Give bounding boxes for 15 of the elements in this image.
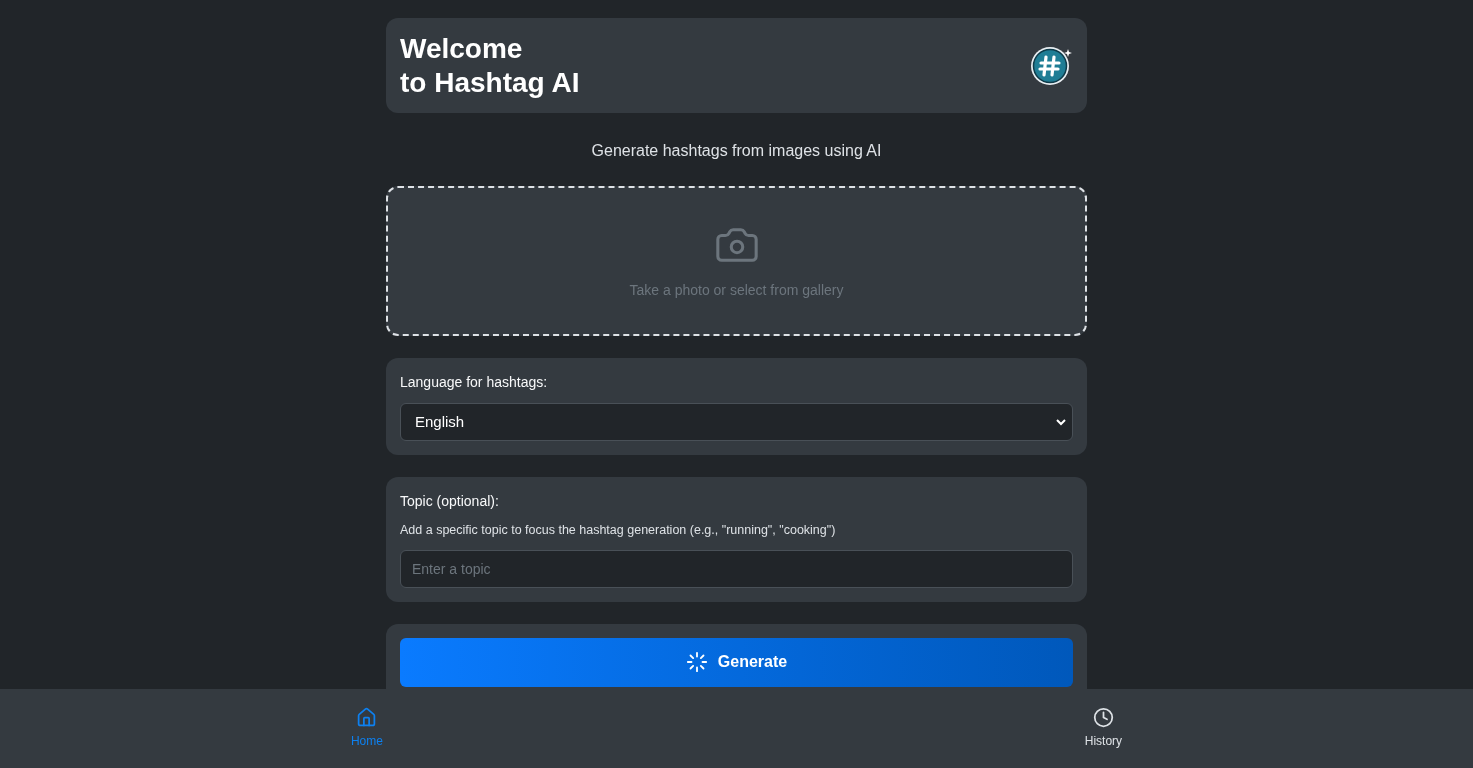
topic-input[interactable]: Enter a topic xyxy=(400,549,1073,588)
language-select[interactable]: English xyxy=(400,403,1073,441)
nav-tab[interactable]: History xyxy=(1076,707,1131,750)
topic-label: Topic (optional): xyxy=(400,492,500,511)
app-title: Welcome to Hashtag AI xyxy=(400,31,580,100)
clock-icon xyxy=(1092,707,1114,728)
generate-button[interactable]: Generate xyxy=(400,637,1073,687)
spinner-icon xyxy=(685,651,708,674)
topic-help-text: Add a specific topic to focus the hashtag generation (e.g., "running", "cooking") xyxy=(400,522,837,539)
hashtag-logo-icon xyxy=(1030,44,1072,87)
nav-tab[interactable]: Home xyxy=(342,707,391,750)
language-label: Language for hashtags: xyxy=(400,373,549,392)
chevron-down-icon xyxy=(1056,418,1066,426)
subtitle: Generate hashtags from images using AI xyxy=(590,141,883,161)
house-icon xyxy=(356,707,378,728)
